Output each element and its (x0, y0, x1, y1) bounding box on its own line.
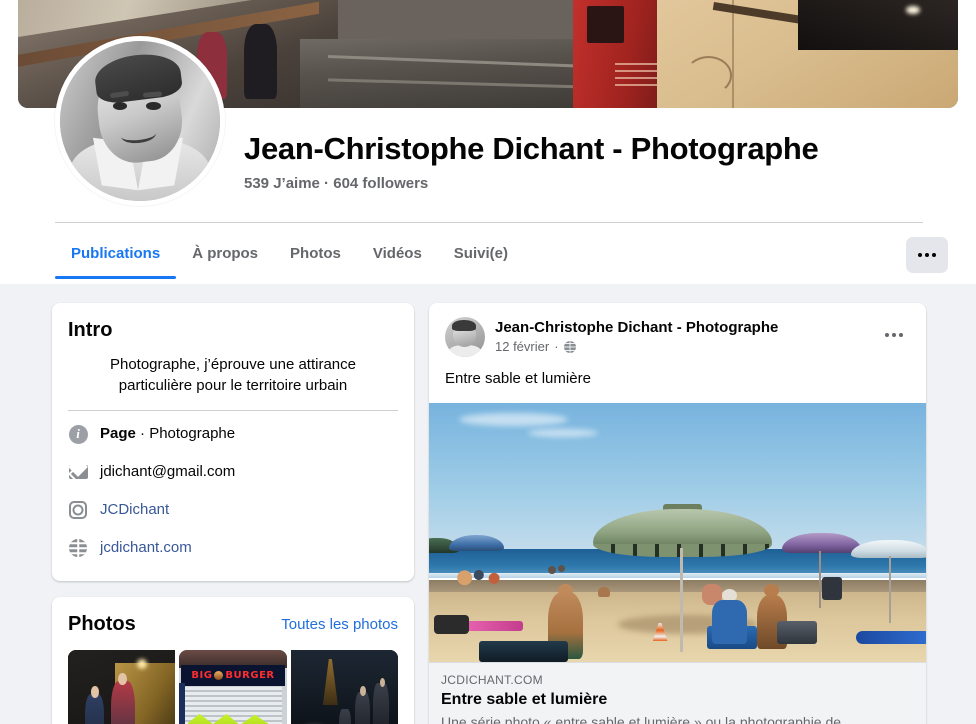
post-body-text: Entre sable et lumière (445, 370, 591, 387)
photo-thumbnail-3[interactable] (290, 650, 398, 724)
envelope-icon (68, 462, 88, 482)
cover-train-window (586, 6, 625, 44)
intro-bio: Photographe, j’éprouve une attirance par… (109, 356, 356, 394)
photos-card: Photos Toutes les photos BIG BURGER (52, 597, 414, 724)
tab-photos[interactable]: Photos (274, 231, 357, 279)
page-stats: 539 J’aime · 604 followers (244, 175, 429, 192)
beach-bag-left (433, 615, 469, 634)
thumb1-person-left (85, 694, 105, 724)
post-avatar-hair (452, 320, 477, 332)
see-all-photos-link[interactable]: Toutes les photos (281, 616, 398, 633)
intro-title: Intro (68, 319, 113, 341)
portrait-eye-right (146, 101, 161, 110)
intro-instagram-link[interactable]: JCDichant (100, 500, 169, 520)
left-column: Intro Photographe, j’éprouve une attiran… (52, 303, 414, 724)
right-column: Jean-Christophe Dichant - Photographe 12… (429, 303, 926, 724)
profile-picture[interactable] (55, 36, 225, 206)
thumb3-head-mid (360, 686, 366, 697)
info-icon: i (68, 424, 88, 444)
beach-lounger-foreground (478, 641, 569, 662)
intro-website-link[interactable]: jcdichant.com (100, 538, 192, 558)
beach-person-cap-body (712, 599, 748, 644)
post-options-button[interactable] (878, 319, 910, 351)
page-identity: Jean-Christophe Dichant - Photographe 53… (244, 130, 924, 192)
thumb2-sign-text-right: BURGER (225, 670, 275, 682)
beach-umbrella-purple-pole (819, 550, 822, 608)
link-preview-description: Une série photo « entre sable et lumière… (441, 714, 853, 724)
link-preview-title: Entre sable et lumière (441, 691, 608, 708)
intro-row-page-category: i Page · Photographe (68, 415, 398, 453)
post-photo[interactable] (429, 403, 926, 662)
tab-publications[interactable]: Publications (55, 231, 177, 279)
photos-card-title: Photos (68, 613, 136, 635)
intro-row-instagram[interactable]: JCDichant (68, 491, 398, 529)
beach-pink-mat (463, 620, 524, 631)
post-date[interactable]: 12 février (495, 339, 549, 354)
beach-bag-right (821, 576, 842, 600)
thumb2-sign-text-left: BIG (191, 670, 213, 682)
intro-page-category: Page · Photographe (100, 424, 235, 444)
cover-dark-band (798, 0, 958, 50)
page-title: Jean-Christophe Dichant - Photographe (244, 131, 819, 166)
intro-card: Intro Photographe, j’éprouve une attiran… (52, 303, 414, 581)
profile-tabs: Publications À propos Photos Vidéos Suiv… (55, 231, 524, 279)
cover-figure-dark (243, 23, 278, 100)
public-globe-icon[interactable] (563, 340, 576, 353)
thumb1-person-right (110, 680, 135, 724)
intro-divider (68, 410, 398, 411)
beach-cloud-2 (528, 428, 598, 437)
header-divider (55, 222, 923, 223)
post-author-avatar[interactable] (445, 317, 485, 357)
instagram-icon (68, 500, 88, 520)
burger-icon (214, 671, 224, 681)
profile-header: Jean-Christophe Dichant - Photographe 53… (0, 0, 976, 284)
intro-page-label: Page (100, 425, 136, 442)
intro-row-email: jdichant@gmail.com (68, 453, 398, 491)
link-preview-domain: JCDICHANT.COM (441, 673, 543, 687)
intro-email-value: jdichant@gmail.com (100, 463, 236, 480)
cover-track-area (300, 38, 601, 108)
globe-icon (68, 538, 88, 558)
tab-a-propos[interactable]: À propos (176, 231, 274, 279)
photos-card-header: Photos Toutes les photos (68, 613, 398, 636)
post-link-preview[interactable]: JCDICHANT.COM Entre sable et lumière Une… (429, 662, 926, 724)
photo-thumbnail-1[interactable] (68, 650, 176, 724)
beach-umbrella-main-pole (679, 548, 683, 652)
intro-row-website[interactable]: jcdichant.com (68, 529, 398, 567)
beach-umbrella-white-pole (888, 555, 891, 624)
beach-swimmer-2 (558, 564, 566, 572)
post-header: Jean-Christophe Dichant - Photographe 12… (429, 303, 926, 357)
portrait-eye-left (112, 101, 128, 110)
cover-wall-seam (732, 0, 735, 108)
thumb2-side-panel (179, 683, 185, 724)
ellipsis-icon (918, 253, 936, 257)
photo-thumbnail-2[interactable]: BIG BURGER (179, 650, 287, 724)
post-card: Jean-Christophe Dichant - Photographe 12… (429, 303, 926, 724)
post-author-name[interactable]: Jean-Christophe Dichant - Photographe (495, 318, 878, 337)
more-options-button[interactable] (906, 237, 948, 273)
intro-page-category-value: · Photographe (135, 425, 236, 442)
thumb3-figure-mid (355, 691, 371, 724)
beach-chair-grey (776, 620, 817, 644)
beach-umbrella-blue (448, 535, 504, 551)
post-meta: Jean-Christophe Dichant - Photographe 12… (495, 317, 878, 354)
beach-distant-people (453, 560, 514, 590)
beach-blue-tube (856, 630, 926, 644)
tab-videos[interactable]: Vidéos (357, 231, 438, 279)
ellipsis-icon (885, 333, 903, 337)
post-timestamp-row: 12 février · (495, 339, 878, 354)
post-meta-separator: · (554, 339, 559, 354)
thumb3-figure-front (373, 683, 390, 724)
tab-suivi[interactable]: Suivi(e) (438, 231, 524, 279)
post-avatar-shirt (448, 345, 482, 357)
beach-person-sitting-far (597, 586, 610, 598)
profile-picture-image (60, 41, 220, 201)
photos-thumbnail-grid: BIG BURGER (68, 650, 398, 724)
thumb2-neon-sign: BIG BURGER (181, 665, 285, 687)
thumb3-figure-back (338, 709, 351, 724)
